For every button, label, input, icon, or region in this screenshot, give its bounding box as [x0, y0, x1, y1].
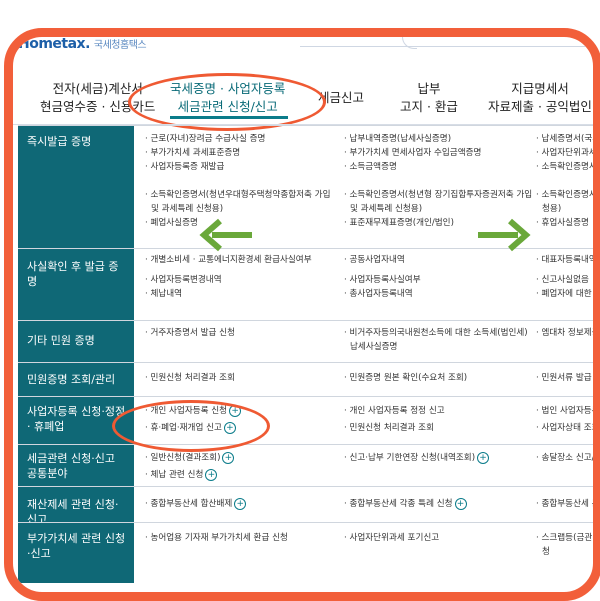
col3-list[interactable]: · 법인 사업자등록 · 사업자상태 조회	[536, 403, 593, 437]
col1-list[interactable]: · 민원신청 처리결과 조회	[145, 371, 235, 385]
col2-list[interactable]: · 종합부동산세 각종 특례 신청 +	[344, 497, 467, 511]
col3-list[interactable]: · 송달장소 신고/변	[536, 450, 593, 467]
screenshot-frame: Hometax. 국세청홈택스 전자(세금)계산서 현금영수증 · 신용카드 국세증…	[4, 28, 600, 601]
row-category: 민원증명 조회/관리	[18, 363, 134, 397]
table-row: 부가가치세 관련 신청·신고 · 농어업용 기자재 부가가치세 환급 신청 · …	[18, 522, 593, 583]
col2-list[interactable]: · 사업자단위과세 포기신고	[344, 531, 439, 545]
nav-payment[interactable]: 납부 고지 · 환급	[400, 80, 458, 116]
plus-circle-icon[interactable]: +	[454, 497, 467, 510]
plus-circle-icon[interactable]: +	[205, 468, 218, 481]
col1-list[interactable]: · 일반신청(결과조회) + · 체납 관련 신청 +	[145, 450, 235, 484]
row-category: 즉시발급 증명	[18, 126, 134, 249]
col2-list[interactable]: · 비거주자등의국내원천소득에 대한 소득세(법인세) 납세사실증명	[344, 326, 528, 354]
plus-circle-icon[interactable]: +	[222, 451, 235, 464]
table-row: 민원증명 조회/관리 · 민원신청 처리결과 조회 · 민원증명 원본 확인(수…	[18, 362, 593, 397]
nav-withholding[interactable]: 지급명세서 자료제출 · 공익법인	[488, 80, 592, 116]
row-category: 부가가치세 관련 신청·신고	[18, 523, 134, 583]
table-row: 재산제세 관련 신청·신고 · 종합부동산세 합산배제 + · 종합부동산세 각종…	[18, 486, 593, 526]
row-category: 사실확인 후 발급 증명	[18, 249, 134, 321]
highlight-oval-nav	[128, 73, 326, 131]
header-divider	[300, 46, 593, 47]
col1-list[interactable]: · 종합부동산세 합산배제 +	[145, 497, 247, 511]
col2-list[interactable]: · 민원증명 원본 확인(수요처 조회)	[344, 371, 467, 385]
col2-list[interactable]: · 신고·납부 기한연장 신청(내역조회) +	[344, 450, 490, 467]
table-row: 사실확인 후 발급 증명 · 개별소비세 · 교통에너지환경세 환급사실여부 · …	[18, 248, 593, 321]
col2-list[interactable]: · 개인 사업자등록 정정 신고 · 민원신청 처리결과 조회	[344, 403, 445, 437]
table-row: 사업자등록 신청·정정· 휴폐업 · 개인 사업자등록 신청 + · 휴·폐업·재…	[18, 396, 593, 445]
col3-list[interactable]: · 엠대차 정보제공	[536, 326, 593, 340]
row-category: 기타 민원 증명	[18, 321, 134, 363]
col2-list[interactable]: · 공동사업자내역 · 사업자등록사실여부 · 총사업자등록내역	[344, 253, 421, 301]
table-row: 세금관련 신청·신고 공통분야 · 일반신청(결과조회) + · 체납 관련 신청…	[18, 444, 593, 487]
arrow-left-icon	[199, 218, 252, 252]
plus-circle-icon[interactable]: +	[477, 451, 490, 464]
col3-list[interactable]: · 납세증명서(국세 · 사업자단위과세 · 소득확인증명서( · 소득확인증명서(…	[536, 132, 593, 230]
col3-list[interactable]: · 종합부동산세 분	[536, 497, 593, 511]
col3-list[interactable]: · 민원서류 발급	[536, 371, 592, 385]
highlight-oval-registration	[112, 400, 270, 452]
row-category: 세금관련 신청·신고 공통분야	[18, 445, 134, 487]
row-category: 재산제세 관련 신청·신고	[18, 487, 134, 526]
col3-list[interactable]: · 대표자등록내역 · 신고사실없음 · 폐업자에 대한 업	[536, 253, 593, 301]
arrow-right-icon	[478, 218, 531, 252]
hometax-logo[interactable]: Hometax. 국세청홈택스	[18, 37, 147, 52]
col3-list[interactable]: · 스크랩등(금관 청	[536, 531, 592, 559]
plus-circle-icon[interactable]: +	[234, 497, 247, 510]
table-row: 기타 민원 증명 · 거주자증명서 발급 신청 · 비거주자등의국내원천소득에 …	[18, 320, 593, 363]
col1-list[interactable]: · 농어업용 기자재 부가가치세 환급 신청	[145, 531, 288, 545]
col1-list[interactable]: · 개별소비세 · 교통에너지환경세 환급사실여부 · 사업자등록변경내역 · 체납…	[145, 253, 312, 301]
col1-list[interactable]: · 거주자증명서 발급 신청	[145, 326, 235, 340]
